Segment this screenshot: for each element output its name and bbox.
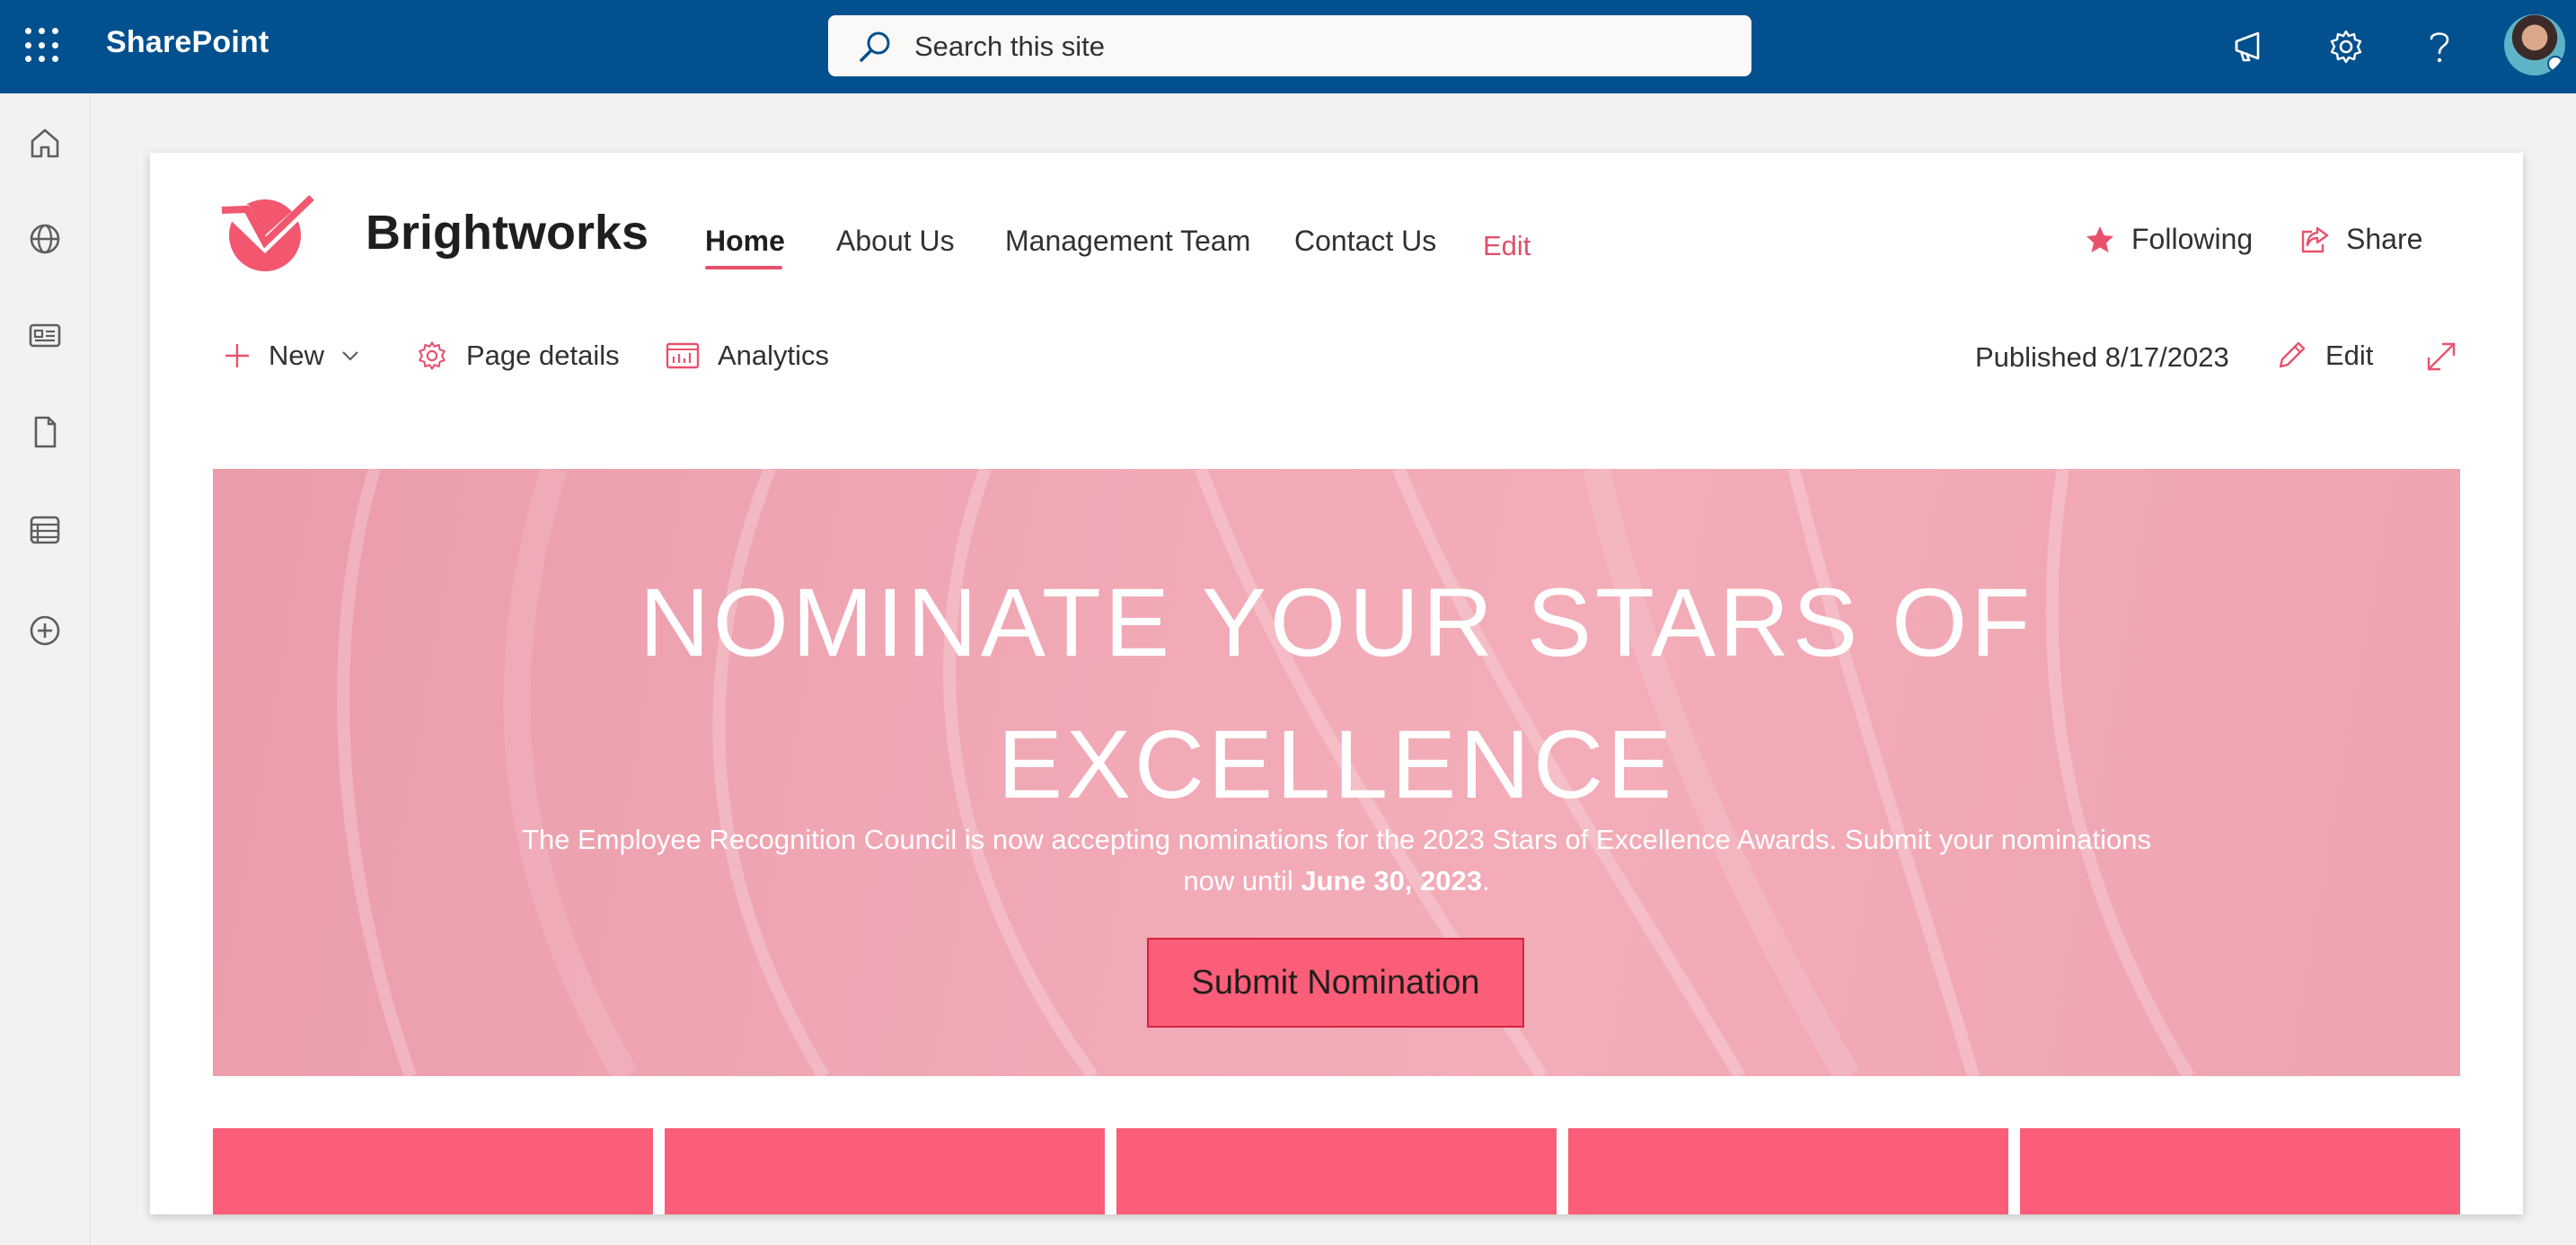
new-button[interactable]: New: [224, 340, 360, 372]
hero-title: NOMINATE YOUR STARS OF EXCELLENCE: [213, 552, 2460, 835]
nav-about-us[interactable]: About Us: [836, 225, 955, 258]
lists-icon[interactable]: [22, 508, 67, 552]
site-title[interactable]: Brightworks: [366, 205, 648, 260]
left-app-bar: [0, 93, 91, 1245]
following-label: Following: [2131, 223, 2254, 255]
plus-icon: [225, 344, 249, 367]
quick-link-tile[interactable]: [1116, 1128, 1557, 1214]
site-logo[interactable]: [213, 187, 322, 273]
share-label: Share: [2346, 223, 2423, 255]
search-box[interactable]: [828, 15, 1751, 78]
submit-nomination-button[interactable]: Submit Nomination: [1147, 938, 1524, 1028]
app-name[interactable]: SharePoint: [106, 25, 269, 60]
settings-gear-icon: [419, 341, 446, 370]
hero-description: The Employee Recognition Council is now …: [518, 819, 2155, 902]
published-status: Published 8/17/2023: [1975, 341, 2229, 373]
following-button[interactable]: Following: [2085, 223, 2253, 256]
quick-link-tile[interactable]: [1568, 1128, 2008, 1214]
hero-title-line-2: EXCELLENCE: [997, 710, 1676, 818]
help-icon[interactable]: [2416, 23, 2463, 70]
hero-title-line-1: NOMINATE YOUR STARS OF: [639, 568, 2034, 676]
chevron-down-icon: [342, 351, 358, 361]
user-avatar[interactable]: [2504, 14, 2565, 75]
hero-description-end: .: [1482, 865, 1490, 896]
new-label: New: [269, 340, 325, 371]
globe-icon[interactable]: [22, 216, 67, 261]
nav-active-indicator: [705, 266, 782, 269]
search-input[interactable]: [913, 15, 1725, 78]
expand-icon: [2427, 342, 2456, 371]
quick-link-tile[interactable]: [665, 1128, 1105, 1214]
page-details-button[interactable]: Page details: [416, 340, 620, 372]
hero-deadline-date: June 30, 2023: [1301, 865, 1482, 896]
star-icon: [2086, 225, 2113, 252]
quick-link-tile[interactable]: [2020, 1128, 2460, 1214]
analytics-chart-icon: [666, 342, 700, 369]
suite-bar: SharePoint: [0, 0, 2576, 93]
edit-label: Edit: [2325, 340, 2374, 371]
nav-contact-us[interactable]: Contact Us: [1294, 225, 1436, 258]
quick-link-tile[interactable]: [213, 1128, 653, 1214]
search-icon: [860, 31, 890, 62]
create-add-icon[interactable]: [22, 608, 67, 653]
nav-home[interactable]: Home: [705, 225, 785, 258]
hero-banner: NOMINATE YOUR STARS OF EXCELLENCE The Em…: [213, 469, 2460, 1076]
expand-button[interactable]: [2424, 340, 2476, 374]
analytics-label: Analytics: [718, 340, 830, 371]
presence-badge: [2547, 56, 2563, 72]
page-details-label: Page details: [466, 340, 620, 371]
home-icon[interactable]: [22, 120, 67, 165]
analytics-button[interactable]: Analytics: [666, 340, 829, 372]
page-canvas: Brightworks Home About Us Management Tea…: [150, 153, 2523, 1214]
news-icon[interactable]: [22, 313, 67, 358]
megaphone-icon[interactable]: [2228, 23, 2274, 70]
settings-gear-icon[interactable]: [2323, 23, 2369, 70]
pencil-icon: [2279, 341, 2306, 368]
nav-edit-link[interactable]: Edit: [1483, 230, 1531, 262]
share-button[interactable]: Share: [2299, 223, 2422, 256]
edit-page-button[interactable]: Edit: [2275, 340, 2373, 372]
nav-management-team[interactable]: Management Team: [1005, 225, 1250, 258]
document-icon[interactable]: [22, 410, 67, 455]
app-launcher-icon[interactable]: [25, 28, 61, 64]
share-icon: [2301, 226, 2329, 252]
